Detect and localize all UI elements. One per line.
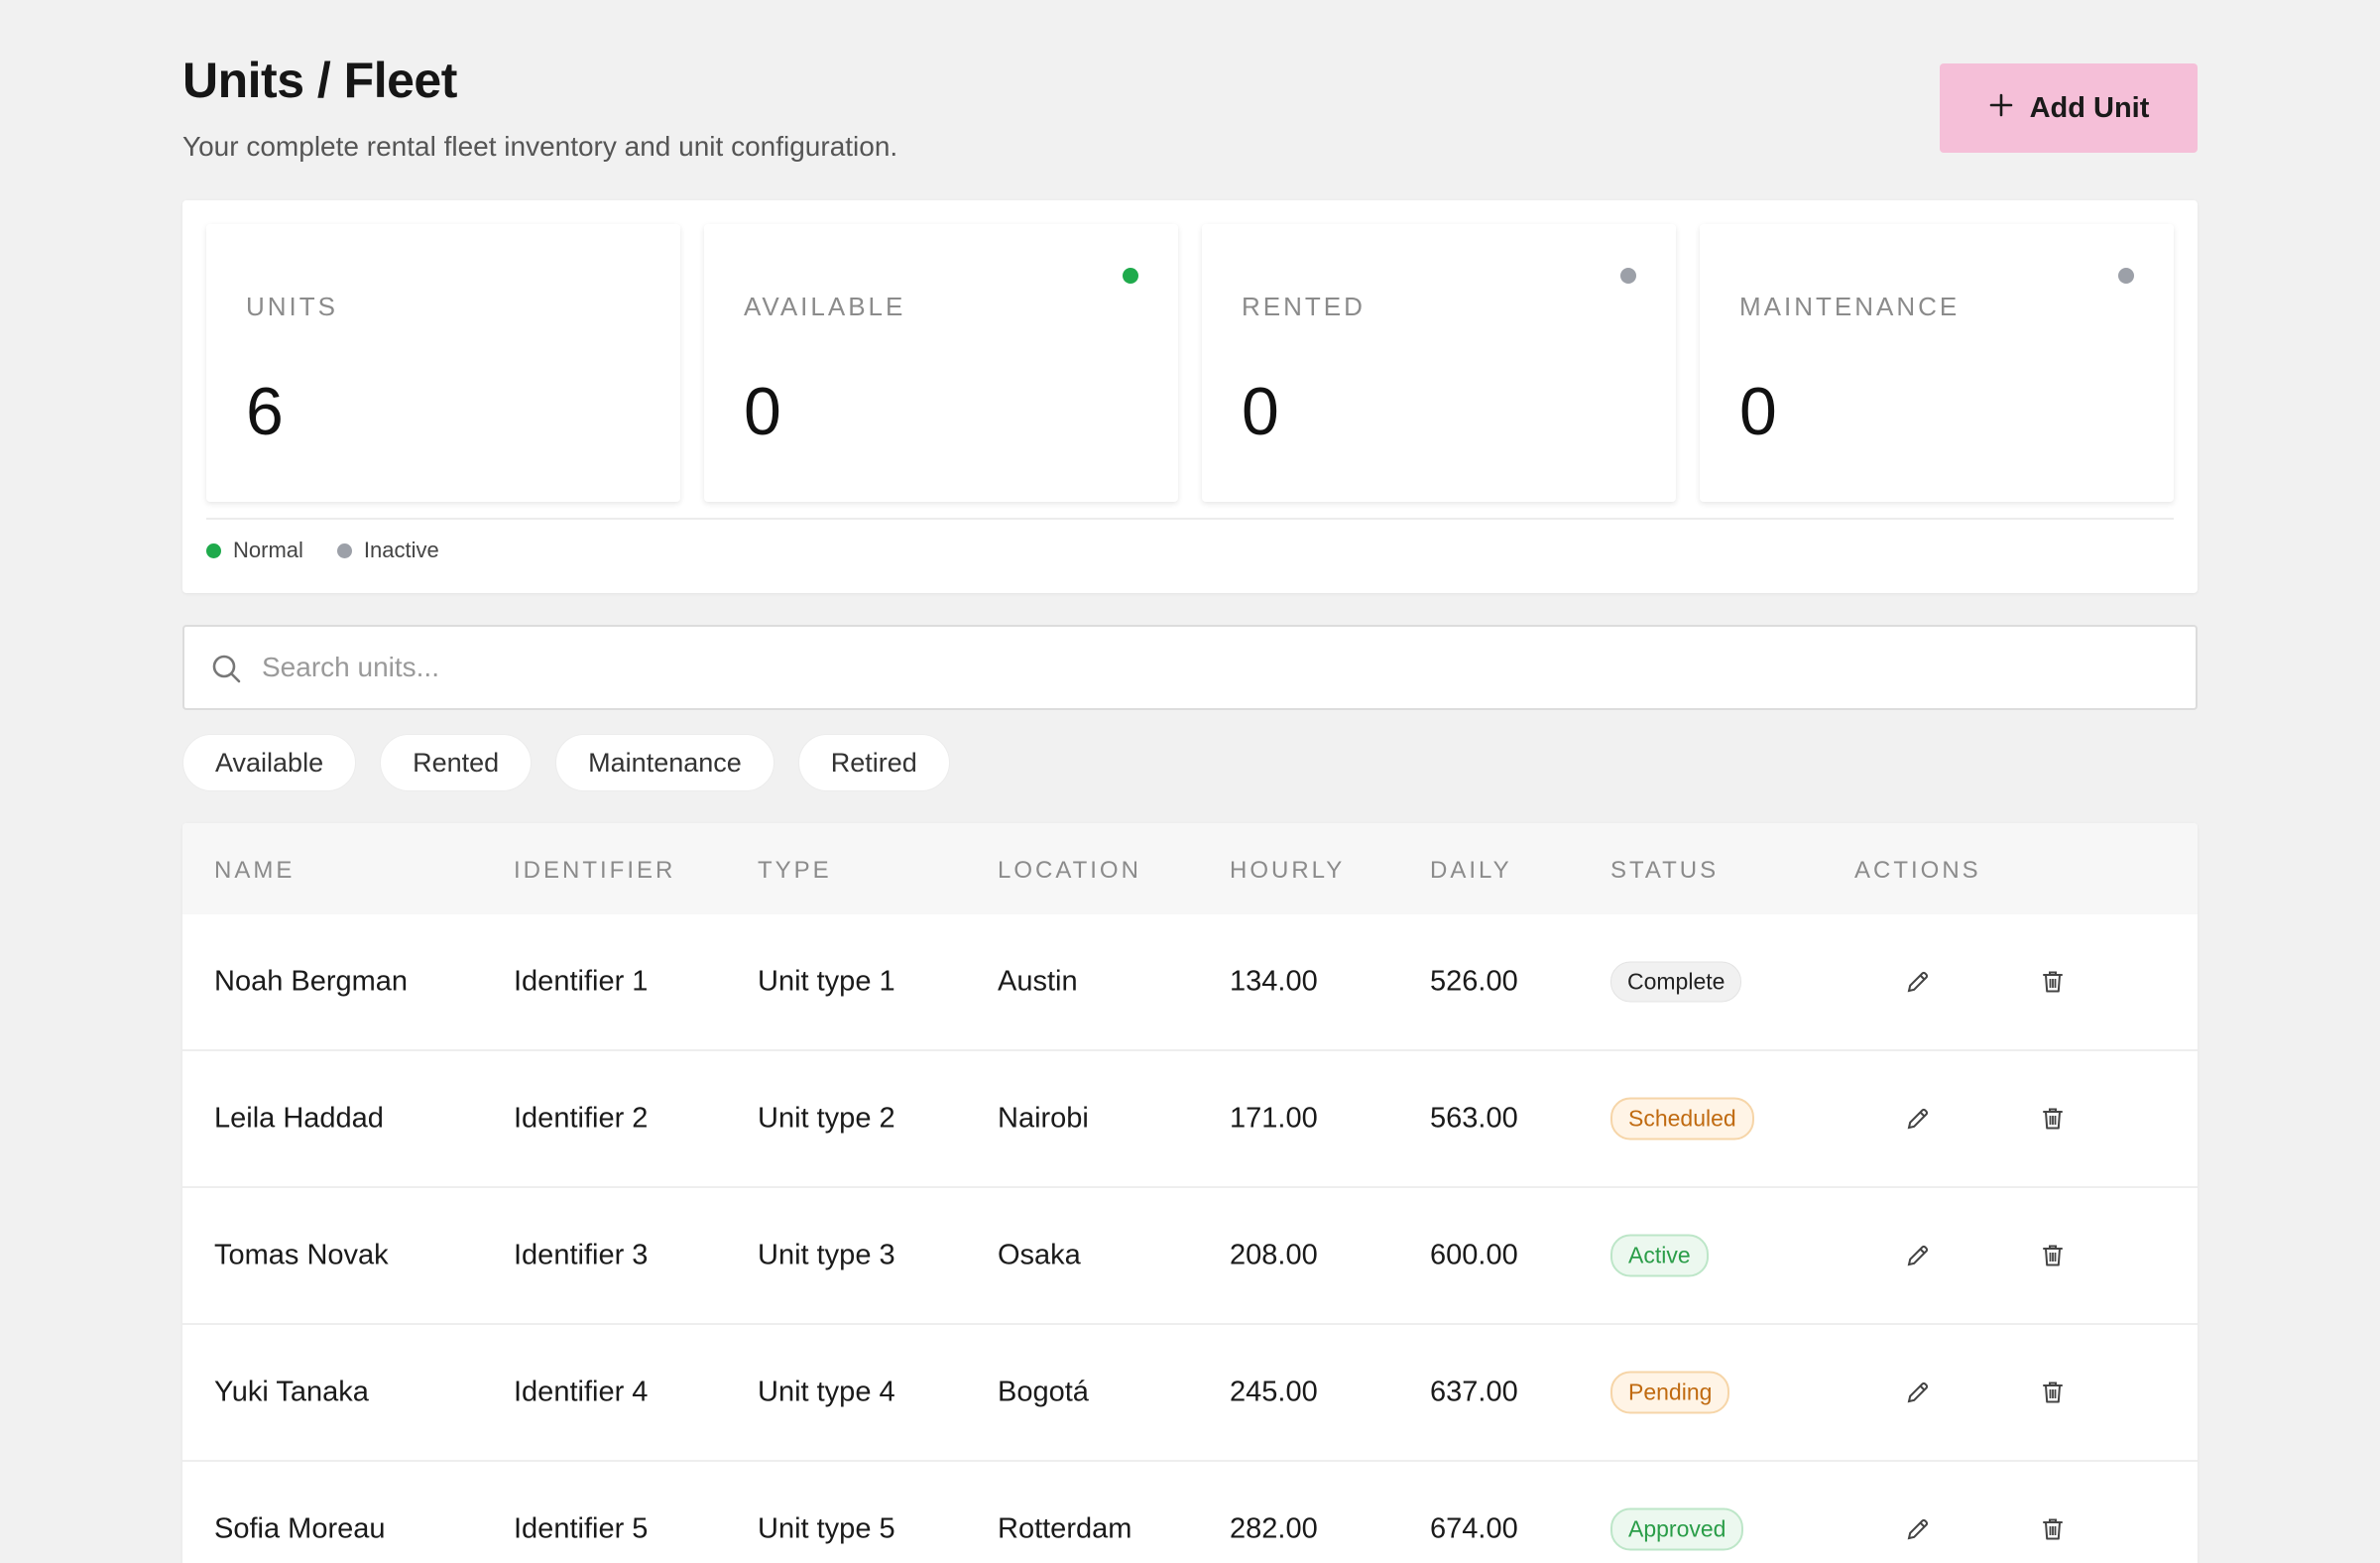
table-row[interactable]: Tomas Novak Identifier 3 Unit type 3 Osaka 2… xyxy=(182,1188,2198,1325)
column-header-type[interactable]: TYPE xyxy=(758,857,832,885)
cell-daily: 674.00 xyxy=(1430,1512,1518,1545)
table-header: NAME IDENTIFIER TYPE LOCATION HOURLY DAI… xyxy=(182,823,2198,914)
column-header-daily[interactable]: DAILY xyxy=(1430,857,1512,885)
stat-card-units: UNITS 6 xyxy=(206,224,680,502)
legend-label: Normal xyxy=(233,538,303,562)
stat-card-rented: RENTED 0 xyxy=(1202,224,1676,502)
cell-name: Yuki Tanaka xyxy=(214,1376,369,1408)
column-header-status[interactable]: STATUS xyxy=(1610,857,1719,885)
cell-identifier: Identifier 2 xyxy=(514,1102,649,1135)
legend-dot-icon xyxy=(206,542,221,558)
cell-location: Rotterdam xyxy=(998,1512,1132,1545)
trash-icon[interactable] xyxy=(2033,1099,2073,1139)
cell-name: Leila Haddad xyxy=(214,1102,384,1135)
stat-label: MAINTENANCE xyxy=(1739,292,1961,321)
cell-type: Unit type 1 xyxy=(758,965,895,998)
legend-item-normal: Normal xyxy=(206,538,303,563)
status-badge: Scheduled xyxy=(1610,1097,1754,1141)
search-input[interactable] xyxy=(262,627,2146,708)
search-box xyxy=(182,625,2198,710)
cell-location: Bogotá xyxy=(998,1376,1089,1408)
cell-location: Austin xyxy=(998,965,1078,998)
cell-name: Sofia Moreau xyxy=(214,1512,386,1545)
cell-hourly: 245.00 xyxy=(1230,1376,1318,1408)
status-dot-icon xyxy=(1620,268,1636,284)
status-badge: Complete xyxy=(1610,961,1742,1003)
filter-chip-retired[interactable]: Retired xyxy=(797,734,950,791)
add-unit-button[interactable]: Add Unit xyxy=(1940,63,2198,153)
cell-identifier: Identifier 1 xyxy=(514,965,649,998)
table-row[interactable]: Leila Haddad Identifier 2 Unit type 2 Nairo… xyxy=(182,1051,2198,1188)
cell-name: Tomas Novak xyxy=(214,1239,389,1271)
stats-panel: UNITS 6 AVAILABLE 0 RENTED 0 MAINTENANCE… xyxy=(182,200,2198,593)
filter-chip-maintenance[interactable]: Maintenance xyxy=(555,734,774,791)
cell-hourly: 171.00 xyxy=(1230,1102,1318,1135)
cell-hourly: 134.00 xyxy=(1230,965,1318,998)
pencil-icon[interactable] xyxy=(1898,1509,1938,1549)
trash-icon[interactable] xyxy=(2033,962,2073,1002)
plus-icon xyxy=(1988,88,2014,124)
trash-icon[interactable] xyxy=(2033,1236,2073,1275)
stat-value: 6 xyxy=(246,374,284,449)
stat-card-maintenance: MAINTENANCE 0 xyxy=(1700,224,2174,502)
column-header-location[interactable]: LOCATION xyxy=(998,857,1141,885)
units-table: NAME IDENTIFIER TYPE LOCATION HOURLY DAI… xyxy=(182,823,2198,1563)
column-header-actions: ACTIONS xyxy=(1854,857,1981,884)
cell-type: Unit type 3 xyxy=(758,1239,895,1271)
cell-location: Nairobi xyxy=(998,1102,1089,1135)
cell-daily: 526.00 xyxy=(1430,965,1518,998)
filter-chip-available[interactable]: Available xyxy=(182,734,357,791)
cell-daily: 563.00 xyxy=(1430,1102,1518,1135)
stat-label: AVAILABLE xyxy=(744,292,906,321)
status-badge: Pending xyxy=(1610,1371,1730,1414)
legend-dot-icon xyxy=(336,542,352,558)
stat-card-available: AVAILABLE 0 xyxy=(704,224,1178,502)
cell-daily: 637.00 xyxy=(1430,1376,1518,1408)
search-icon xyxy=(210,653,242,684)
status-dot-icon xyxy=(2118,268,2134,284)
units-fleet-page: Units / Fleet Your complete rental fleet… xyxy=(0,0,2380,1563)
pencil-icon[interactable] xyxy=(1898,962,1938,1002)
legend: Normal Inactive xyxy=(206,538,439,563)
legend-item-inactive: Inactive xyxy=(336,538,439,563)
status-dot-icon xyxy=(1123,268,1138,284)
filter-chip-rented[interactable]: Rented xyxy=(380,734,533,791)
cell-identifier: Identifier 5 xyxy=(514,1512,649,1545)
page-subtitle: Your complete rental fleet inventory and… xyxy=(182,131,898,162)
add-unit-label: Add Unit xyxy=(2029,91,2150,124)
table-row[interactable]: Sofia Moreau Identifier 5 Unit type 5 Rotte… xyxy=(182,1462,2198,1563)
column-header-name[interactable]: NAME xyxy=(214,857,295,885)
cell-type: Unit type 5 xyxy=(758,1512,895,1545)
table-row[interactable]: Noah Bergman Identifier 1 Unit type 1 Austi… xyxy=(182,914,2198,1051)
status-badge: Approved xyxy=(1610,1507,1744,1551)
stat-label: UNITS xyxy=(246,292,338,321)
stat-value: 0 xyxy=(1739,374,1777,449)
stat-label: RENTED xyxy=(1242,292,1366,321)
status-badge: Active xyxy=(1610,1234,1709,1277)
pencil-icon[interactable] xyxy=(1898,1236,1938,1275)
cell-type: Unit type 2 xyxy=(758,1102,895,1135)
cell-location: Osaka xyxy=(998,1239,1081,1271)
stat-value: 0 xyxy=(1242,374,1279,449)
cell-hourly: 208.00 xyxy=(1230,1239,1318,1271)
page-title: Units / Fleet xyxy=(182,53,457,108)
cell-name: Noah Bergman xyxy=(214,965,409,998)
filter-chips: Available Rented Maintenance Retired xyxy=(182,734,950,791)
cell-type: Unit type 4 xyxy=(758,1376,895,1408)
pencil-icon[interactable] xyxy=(1898,1099,1938,1139)
table-row[interactable]: Yuki Tanaka Identifier 4 Unit type 4 Bogotá… xyxy=(182,1325,2198,1462)
cell-hourly: 282.00 xyxy=(1230,1512,1318,1545)
column-header-hourly[interactable]: HOURLY xyxy=(1230,857,1345,885)
cell-daily: 600.00 xyxy=(1430,1239,1518,1271)
trash-icon[interactable] xyxy=(2033,1509,2073,1549)
legend-label: Inactive xyxy=(363,538,439,562)
cell-identifier: Identifier 3 xyxy=(514,1239,649,1271)
pencil-icon[interactable] xyxy=(1898,1373,1938,1412)
trash-icon[interactable] xyxy=(2033,1373,2073,1412)
cell-identifier: Identifier 4 xyxy=(514,1376,649,1408)
divider xyxy=(206,518,2174,520)
stat-value: 0 xyxy=(744,374,781,449)
column-header-identifier[interactable]: IDENTIFIER xyxy=(514,857,675,885)
